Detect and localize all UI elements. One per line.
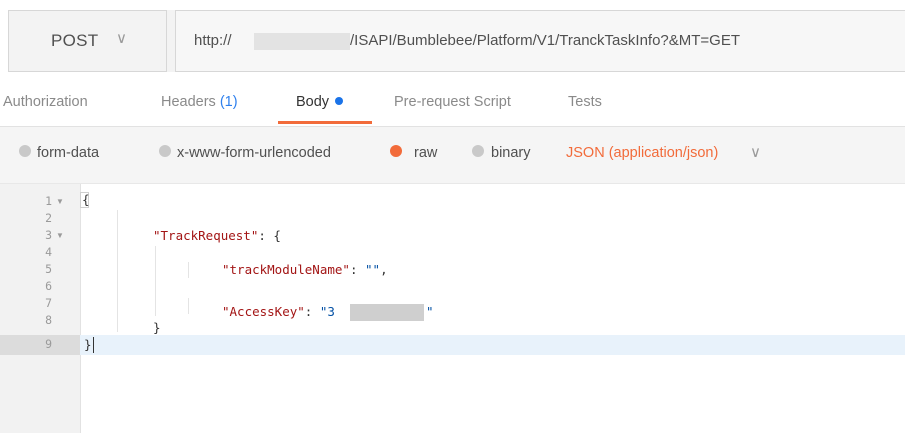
line-number: 2 xyxy=(45,211,52,225)
radio-binary[interactable] xyxy=(472,145,484,157)
tab-body[interactable]: Body xyxy=(296,94,344,110)
raw-label[interactable]: raw xyxy=(414,145,437,161)
line-number: 1 xyxy=(45,194,52,208)
x-www-form-urlencoded-label[interactable]: x-www-form-urlencoded xyxy=(177,145,331,161)
indent-guide xyxy=(188,262,189,278)
tab-headers-label: Headers xyxy=(161,94,216,110)
body-modified-dot-icon xyxy=(335,97,344,105)
active-line-highlight xyxy=(80,335,905,355)
json-string-end: " xyxy=(426,304,434,319)
code-line-3: "TrackRequest": { xyxy=(153,228,281,243)
binary-label[interactable]: binary xyxy=(491,145,531,161)
request-tabs: Authorization Headers (1) Body Pre-reque… xyxy=(0,84,905,124)
url-path: /ISAPI/Bumblebee/Platform/V1/TranckTaskI… xyxy=(350,32,741,49)
indent-guide xyxy=(117,210,118,332)
json-key: "AccessKey" xyxy=(222,304,305,319)
url-redaction xyxy=(254,33,350,50)
tab-authorization-label: Authorization xyxy=(3,94,88,110)
body-mode-bar: form-data x-www-form-urlencoded raw bina… xyxy=(0,126,905,183)
headers-count-badge: (1) xyxy=(219,94,238,110)
text-cursor xyxy=(93,337,94,353)
radio-x-www-form-urlencoded[interactable] xyxy=(159,145,171,157)
code-line-9: } xyxy=(84,337,92,352)
line-number: 7 xyxy=(45,296,52,310)
tab-body-label: Body xyxy=(296,94,330,110)
json-key: "trackModuleName" xyxy=(222,262,350,277)
json-string: "" xyxy=(365,262,381,277)
json-punct: : xyxy=(349,262,365,277)
line-number: 4 xyxy=(45,245,52,259)
indent-guide xyxy=(188,298,189,314)
content-type-dropdown[interactable]: JSON (application/json) xyxy=(566,145,718,161)
url-input[interactable]: http:// /ISAPI/Bumblebee/Platform/V1/Tra… xyxy=(175,10,905,72)
code-line-7: "AccessKey": "3 xyxy=(222,304,335,319)
line-number: 9 xyxy=(45,337,52,351)
line-number: 6 xyxy=(45,279,52,293)
radio-raw[interactable] xyxy=(390,145,402,157)
tab-authorization[interactable]: Authorization xyxy=(3,94,88,110)
line-number: 5 xyxy=(45,262,52,276)
fold-arrow-icon[interactable]: ▼ xyxy=(56,231,64,240)
fold-arrow-icon[interactable]: ▼ xyxy=(56,197,64,206)
line-number: 8 xyxy=(45,313,52,327)
json-string: "3 xyxy=(319,304,335,319)
code-line-8: } xyxy=(153,320,161,335)
code-editor[interactable]: 1 ▼ 2 3 ▼ 4 5 6 7 8 9 { "TrackRequest": … xyxy=(0,183,905,433)
tab-headers[interactable]: Headers (1) xyxy=(161,94,238,110)
tab-pre-request-script[interactable]: Pre-request Script xyxy=(394,94,511,110)
tab-tests[interactable]: Tests xyxy=(568,94,602,110)
json-punct: : xyxy=(304,304,320,319)
method-dropdown[interactable]: POST ∨ xyxy=(8,10,167,72)
json-punct: , xyxy=(380,262,388,277)
form-data-label[interactable]: form-data xyxy=(37,145,99,161)
json-key: "TrackRequest" xyxy=(153,228,259,243)
tab-pre-request-script-label: Pre-request Script xyxy=(394,94,511,110)
indent-guide xyxy=(155,246,156,316)
chevron-down-icon: ∨ xyxy=(116,30,127,47)
radio-form-data[interactable] xyxy=(19,145,31,157)
method-label: POST xyxy=(51,31,99,50)
chevron-down-icon[interactable]: ∨ xyxy=(750,143,761,161)
code-line-1: { xyxy=(82,192,90,207)
line-number: 3 xyxy=(45,228,52,242)
url-prefix: http:// xyxy=(194,32,232,49)
active-tab-indicator xyxy=(278,121,372,124)
request-url-bar: POST ∨ http:// /ISAPI/Bumblebee/Platform… xyxy=(8,10,905,72)
access-key-redaction xyxy=(350,304,424,321)
json-punct: : { xyxy=(258,228,281,243)
tab-tests-label: Tests xyxy=(568,94,602,110)
code-line-5: "trackModuleName": "", xyxy=(222,262,388,277)
